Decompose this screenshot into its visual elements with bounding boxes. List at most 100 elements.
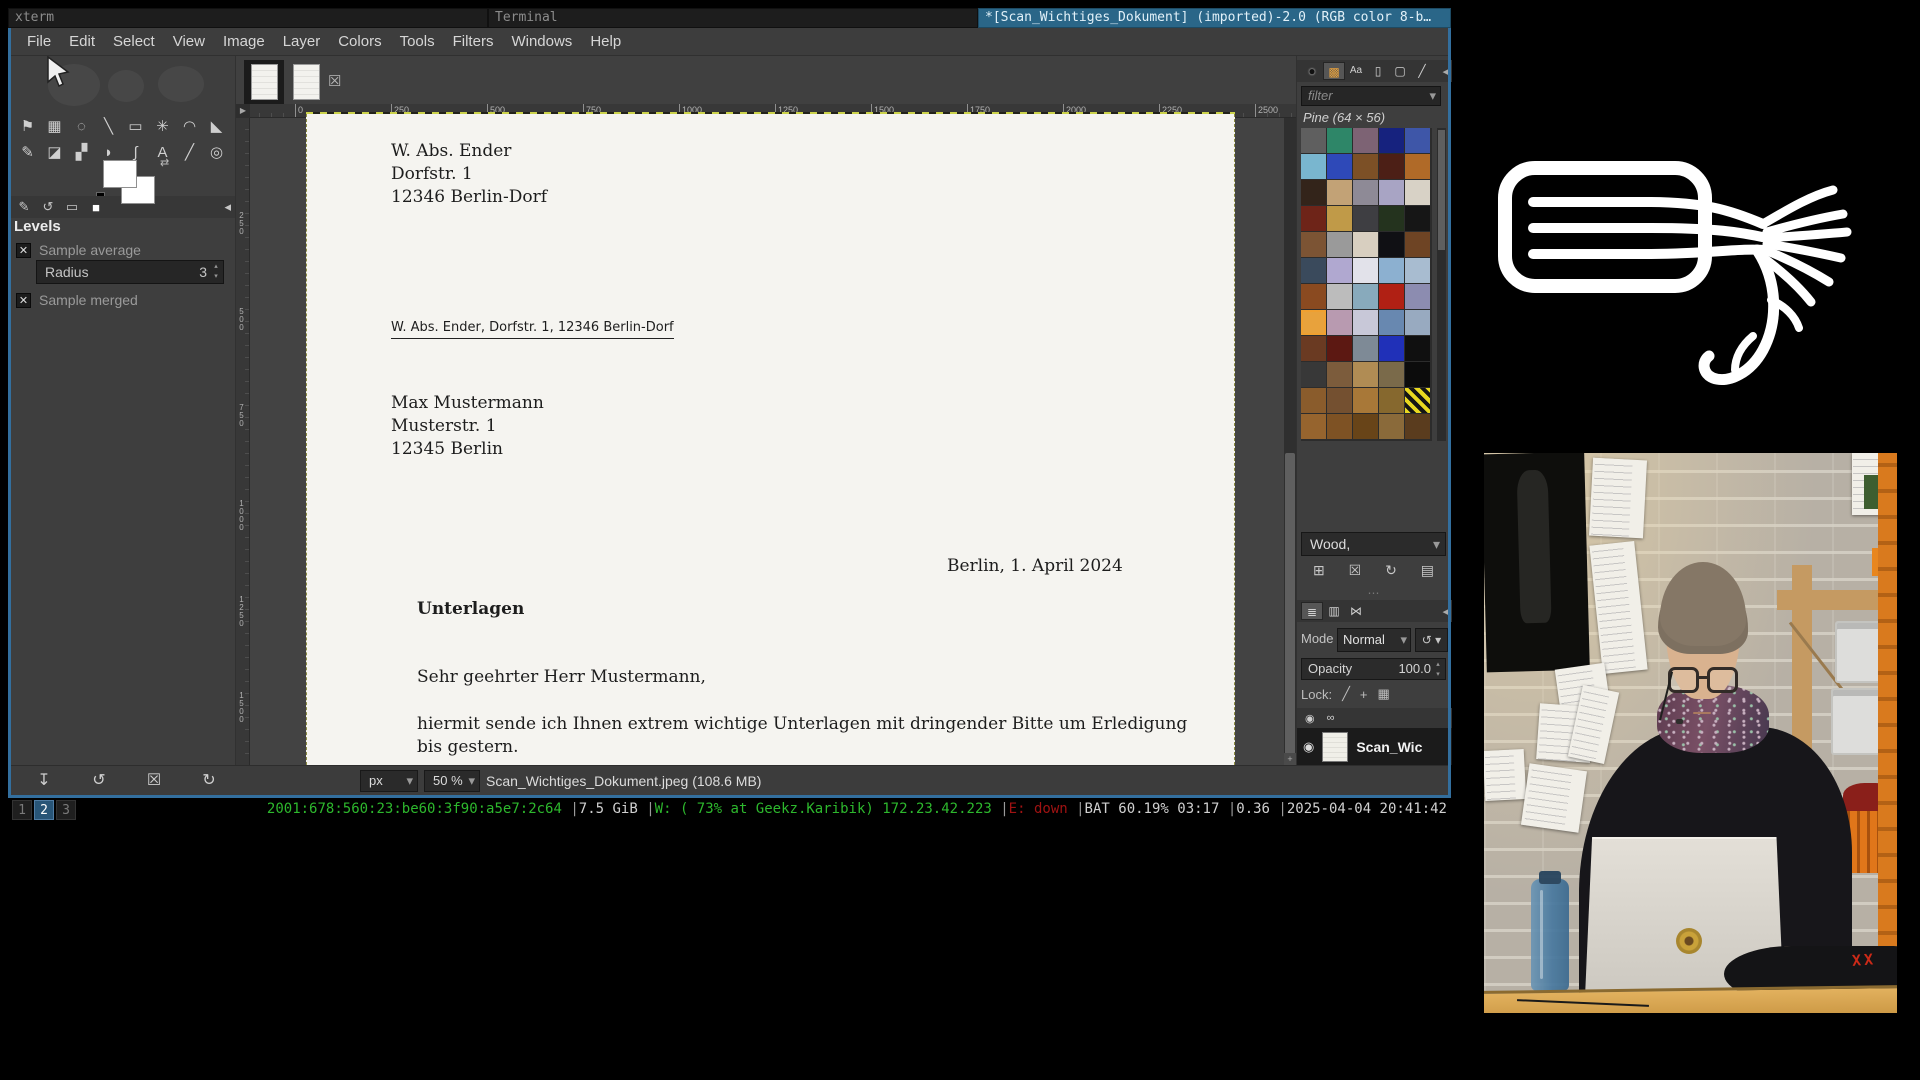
pattern-swatch[interactable] — [1405, 258, 1430, 283]
pattern-swatch[interactable] — [1379, 284, 1404, 309]
pattern-swatch[interactable] — [1301, 258, 1326, 283]
pattern-swatch[interactable] — [1327, 388, 1352, 413]
unit-dropdown[interactable]: px ▾ — [360, 770, 418, 792]
pattern-swatch[interactable] — [1301, 388, 1326, 413]
pattern-swatch[interactable] — [1379, 362, 1404, 387]
open-pattern-icon[interactable]: ▤ — [1421, 562, 1434, 579]
pattern-swatch[interactable] — [1327, 414, 1352, 439]
save-icon[interactable]: ↧ — [32, 770, 56, 790]
menu-file[interactable]: File — [18, 28, 60, 56]
crop-tool-icon[interactable]: ▭ — [122, 114, 149, 139]
palettes-tab-icon[interactable]: ▢ — [1389, 62, 1411, 80]
pattern-swatch[interactable] — [1405, 336, 1430, 361]
gradients-tab-icon[interactable]: ╱ — [1411, 62, 1433, 80]
pattern-swatch[interactable] — [1301, 310, 1326, 335]
pattern-swatch[interactable] — [1405, 310, 1430, 335]
pattern-filter-input[interactable]: filter ▾ — [1301, 86, 1441, 106]
pattern-swatch[interactable] — [1353, 180, 1378, 205]
sample-merged-option[interactable]: ✕ Sample merged — [16, 292, 138, 308]
pattern-swatch[interactable] — [1301, 206, 1326, 231]
menu-view[interactable]: View — [164, 28, 214, 56]
pattern-swatch[interactable] — [1353, 232, 1378, 257]
pattern-category-dropdown[interactable]: Wood, ▾ — [1301, 532, 1446, 556]
menu-layer[interactable]: Layer — [274, 28, 330, 56]
pattern-swatch[interactable] — [1353, 362, 1378, 387]
layer-row[interactable]: ◉ Scan_Wic — [1297, 728, 1452, 765]
zoom-tool-icon[interactable]: ◎ — [203, 140, 230, 165]
opacity-spinner[interactable]: ▴▾ — [1433, 660, 1443, 680]
image-tab-other[interactable] — [286, 60, 326, 104]
patterns-tab-icon[interactable]: ▩ — [1323, 62, 1345, 80]
pattern-swatch[interactable] — [1353, 258, 1378, 283]
undo-icon[interactable]: ↺ — [87, 770, 111, 790]
pattern-swatch[interactable] — [1301, 284, 1326, 309]
layers-tab-icon[interactable]: ≣ — [1301, 602, 1323, 620]
pattern-swatch[interactable] — [1327, 154, 1352, 179]
pattern-swatch[interactable] — [1301, 362, 1326, 387]
pattern-swatch[interactable] — [1353, 414, 1378, 439]
pattern-swatch[interactable] — [1327, 180, 1352, 205]
pattern-swatch[interactable] — [1405, 232, 1430, 257]
pattern-swatch[interactable] — [1353, 284, 1378, 309]
radius-input[interactable]: Radius 3 ▴▾ — [36, 260, 224, 284]
pattern-swatch[interactable] — [1327, 284, 1352, 309]
pattern-swatch[interactable] — [1379, 310, 1404, 335]
pattern-swatch[interactable] — [1379, 388, 1404, 413]
vertical-scrollbar[interactable] — [1284, 118, 1296, 765]
pattern-swatch[interactable] — [1405, 414, 1430, 439]
mode-reset-button[interactable]: ↺ ▾ — [1415, 628, 1448, 652]
pattern-swatch[interactable] — [1301, 414, 1326, 439]
paths-tab-icon[interactable]: ⋈ — [1345, 602, 1367, 620]
warp-tool-icon[interactable]: ◠ — [176, 114, 203, 139]
menu-windows[interactable]: Windows — [502, 28, 581, 56]
menu-select[interactable]: Select — [104, 28, 164, 56]
document-history-tab-icon[interactable]: ▯ — [1367, 62, 1389, 80]
transform-tool-icon[interactable]: ✳ — [149, 114, 176, 139]
lock-alpha-icon[interactable]: ▦ — [1378, 686, 1390, 702]
fonts-tab-icon[interactable]: Aa — [1345, 62, 1367, 80]
radius-spinner[interactable]: ▴▾ — [211, 262, 221, 282]
pattern-swatch[interactable] — [1379, 128, 1404, 153]
pattern-swatch[interactable] — [1353, 310, 1378, 335]
delete-icon[interactable]: ☒ — [142, 770, 166, 790]
clone-tool-icon[interactable]: ▞ — [68, 140, 95, 165]
layer-mode-dropdown[interactable]: Normal ▾ — [1337, 628, 1411, 652]
pattern-swatch[interactable] — [1379, 154, 1404, 179]
layer-visibility-icon[interactable]: ◉ — [1303, 739, 1314, 755]
brushes-tab-icon[interactable]: ● — [1301, 62, 1323, 80]
pattern-swatch[interactable] — [1327, 362, 1352, 387]
zoom-dropdown[interactable]: 50 % ▾ — [424, 770, 480, 792]
pattern-grid-scrollbar[interactable] — [1437, 128, 1446, 441]
pattern-swatch[interactable] — [1379, 206, 1404, 231]
pattern-swatch[interactable] — [1353, 388, 1378, 413]
menu-colors[interactable]: Colors — [329, 28, 390, 56]
pattern-swatch[interactable] — [1301, 336, 1326, 361]
pattern-swatch[interactable] — [1301, 154, 1326, 179]
canvas-navigation-icon[interactable]: + — [1284, 753, 1296, 765]
pattern-swatch[interactable] — [1301, 232, 1326, 257]
pattern-swatch[interactable] — [1379, 232, 1404, 257]
pattern-swatch[interactable] — [1327, 206, 1352, 231]
pattern-swatch[interactable] — [1353, 154, 1378, 179]
delete-pattern-icon[interactable]: ☒ — [1349, 562, 1362, 579]
scrollbar-thumb[interactable] — [1438, 130, 1445, 250]
fg-swatch-icon[interactable]: ■ — [84, 200, 108, 215]
pattern-swatch[interactable] — [1405, 284, 1430, 309]
paintbrush-tool-icon[interactable]: ✎ — [14, 140, 41, 165]
tab-xterm[interactable]: xterm — [8, 8, 488, 28]
tab-gimp-document[interactable]: *[Scan_Wichtiges_Dokument] (imported)-2.… — [978, 8, 1451, 28]
pattern-swatch[interactable] — [1327, 258, 1352, 283]
pattern-swatch[interactable] — [1327, 232, 1352, 257]
undo-history-icon[interactable]: ↺ — [36, 199, 60, 215]
pattern-swatch[interactable] — [1405, 206, 1430, 231]
pattern-swatch[interactable] — [1379, 180, 1404, 205]
color-picker-tool-icon[interactable]: ╱ — [176, 140, 203, 165]
device-status-icon[interactable]: ▭ — [60, 199, 84, 215]
chevron-down-icon[interactable]: ▾ — [1429, 87, 1436, 105]
image-tab-current[interactable] — [244, 60, 284, 104]
pattern-swatch[interactable] — [1405, 154, 1430, 179]
refresh-patterns-icon[interactable]: ↻ — [1385, 562, 1397, 579]
redo-icon[interactable]: ↻ — [197, 770, 221, 790]
pattern-swatch[interactable] — [1353, 206, 1378, 231]
fuzzy-select-tool-icon[interactable]: ╲ — [95, 114, 122, 139]
